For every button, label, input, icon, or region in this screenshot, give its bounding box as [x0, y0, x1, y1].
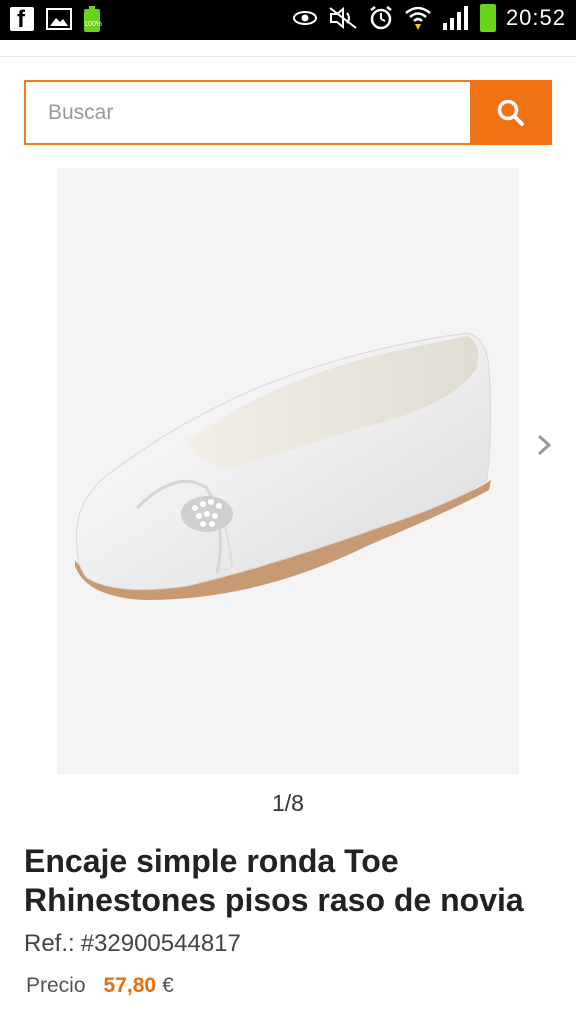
price-row: Precio 57,80 € [26, 974, 174, 998]
battery-icon: 100% [84, 6, 102, 32]
price-value: 57,80 [103, 974, 157, 997]
status-bar: 100% [0, 0, 576, 40]
price-label: Precio [26, 974, 86, 997]
search-button[interactable] [470, 80, 552, 145]
chevron-right-icon[interactable] [533, 430, 555, 460]
product-image[interactable] [57, 168, 519, 774]
ref-label: Ref.: [24, 930, 75, 957]
gallery-pager: 1/8 [272, 790, 304, 816]
ref-value: #32900544817 [80, 930, 241, 957]
wifi-icon [405, 6, 431, 30]
divider [0, 56, 576, 57]
search-icon [497, 99, 524, 126]
facebook-icon [10, 6, 34, 34]
battery-icon [479, 4, 496, 32]
product-reference: Ref.: #32900544817 [24, 930, 241, 958]
search-bar [24, 80, 552, 145]
mute-icon [329, 6, 357, 30]
alarm-icon [370, 6, 392, 30]
eye-icon [292, 11, 317, 25]
signal-icon [442, 6, 468, 30]
shoe-illustration [75, 332, 492, 600]
price-currency: € [162, 974, 174, 997]
search-input[interactable] [26, 82, 472, 143]
clock: 20:52 [505, 5, 566, 30]
gallery-icon [46, 8, 72, 30]
product-title: Encaje simple ronda Toe Rhinestones piso… [24, 843, 524, 918]
